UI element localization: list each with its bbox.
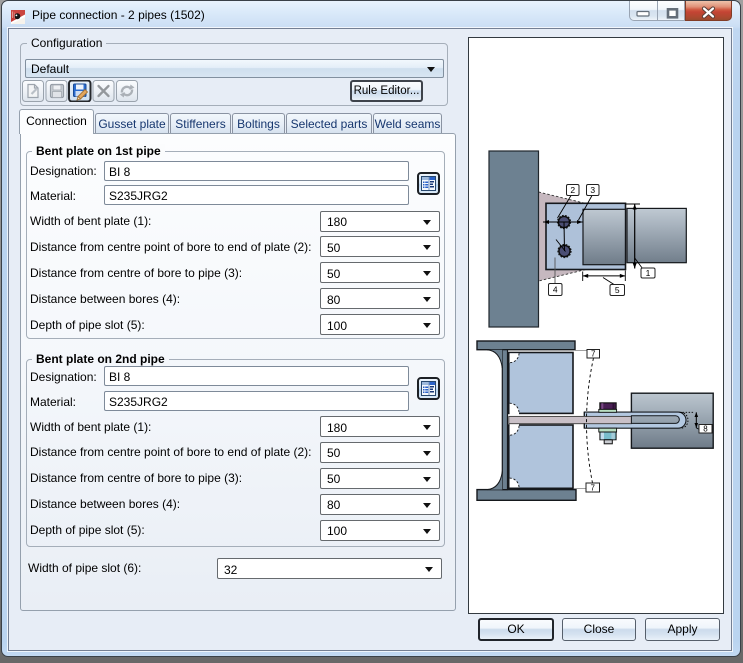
- svg-text:7: 7: [591, 350, 596, 359]
- svg-text:7: 7: [590, 484, 595, 493]
- svg-text:5: 5: [615, 285, 620, 295]
- svg-text:2: 2: [570, 185, 575, 195]
- svg-text:4: 4: [553, 285, 558, 295]
- svg-text:1: 1: [646, 268, 651, 278]
- svg-text:8: 8: [703, 425, 708, 434]
- svg-text:3: 3: [590, 185, 595, 195]
